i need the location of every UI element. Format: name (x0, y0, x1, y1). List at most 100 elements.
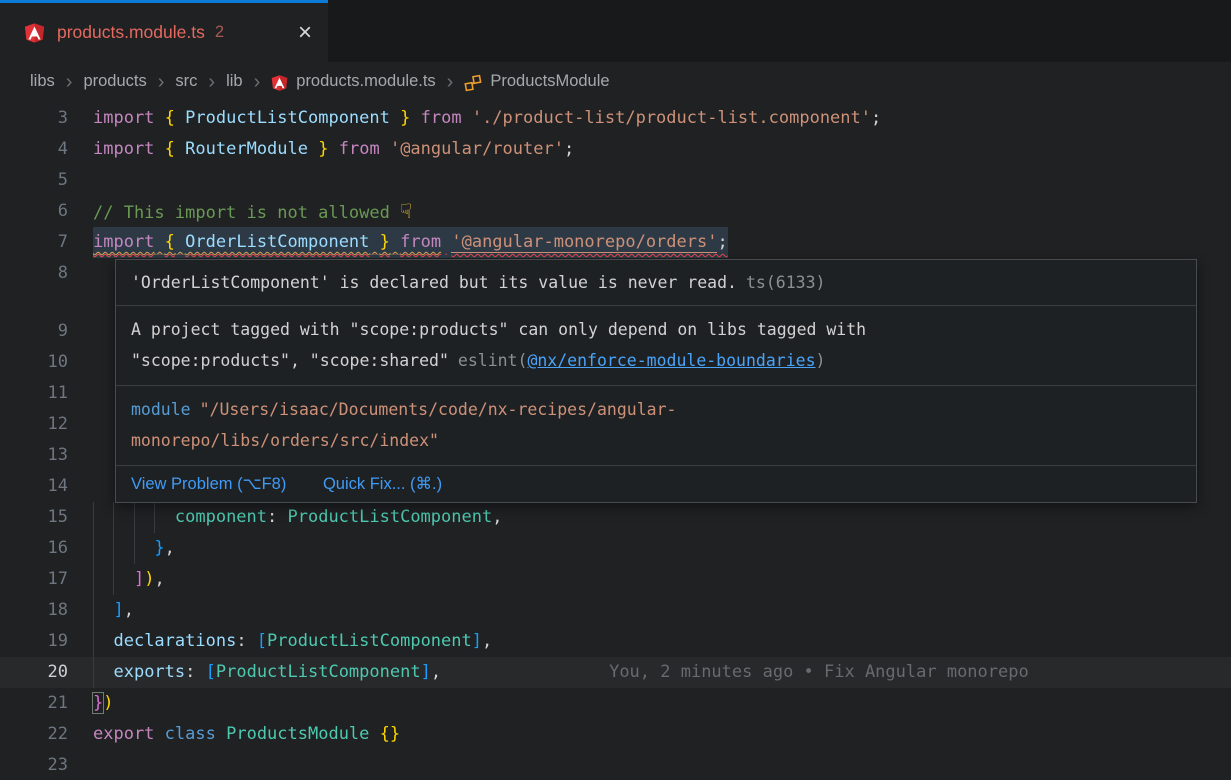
line-content: export class ProductsModule {} (93, 719, 400, 750)
code-token (93, 600, 113, 620)
line-number: 14 (0, 471, 68, 502)
line-content: exports: [ProductListComponent],You, 2 m… (93, 657, 1029, 688)
line-number: 17 (0, 564, 68, 595)
code-token (380, 139, 390, 159)
code-token: export (93, 724, 154, 744)
code-token: { (165, 139, 175, 159)
code-token: import (93, 108, 154, 128)
tab-products-module[interactable]: products.module.ts 2 × (0, 0, 328, 62)
code-line-20[interactable]: 20 exports: [ProductListComponent],You, … (0, 657, 1231, 688)
code-line-15[interactable]: 15 component: ProductListComponent, (0, 502, 1231, 533)
indent-guide (93, 533, 94, 564)
line-number: 19 (0, 626, 68, 657)
code-token (329, 139, 339, 159)
code-line-19[interactable]: 19 declarations: [ProductListComponent], (0, 626, 1231, 657)
indent-guide (93, 626, 94, 657)
chevron-right-icon: › (254, 72, 261, 92)
code-token (175, 139, 185, 159)
code-token (175, 232, 185, 252)
code-token: ] (134, 569, 144, 589)
class-icon (464, 74, 482, 92)
code-token: } (154, 538, 164, 558)
indent-guide (113, 533, 114, 564)
tab-title: products.module.ts (57, 22, 205, 43)
code-line-5[interactable]: 5 (0, 165, 1231, 196)
code-token: from (400, 232, 441, 252)
code-line-23[interactable]: 23 (0, 750, 1231, 780)
code-token: ) (103, 693, 113, 713)
breadcrumb-item-libs[interactable]: libs (30, 72, 55, 91)
code-token: '@angular-monorepo/orders' (451, 232, 717, 253)
line-content: declarations: [ProductListComponent], (93, 626, 492, 657)
chevron-right-icon: › (158, 72, 165, 92)
code-token: from (421, 108, 462, 128)
code-token: { (165, 108, 175, 128)
code-token: ; (871, 108, 881, 128)
code-token: ProductListComponent (216, 662, 421, 682)
code-line-16[interactable]: 16 }, (0, 533, 1231, 564)
line-number: 22 (0, 719, 68, 750)
code-token (216, 724, 226, 744)
code-token (308, 139, 318, 159)
line-number: 8 (0, 258, 68, 289)
line-content: // This import is not allowed ☟ (93, 196, 412, 227)
code-token: ] (421, 662, 431, 682)
code-token: , (124, 600, 134, 620)
indent-guide (134, 502, 135, 533)
breadcrumb-item-products[interactable]: products (83, 72, 146, 91)
line-content: import { RouterModule } from '@angular/r… (93, 134, 574, 165)
close-icon[interactable]: × (298, 21, 312, 45)
hover-message-eslint: A project tagged with "scope:products" c… (116, 306, 1196, 386)
code-token: exports (113, 662, 185, 682)
code-token: import (93, 139, 154, 159)
code-token: , (482, 631, 492, 651)
eslint-rule-link[interactable]: @nx/enforce-module-boundaries (527, 351, 815, 370)
code-line-21[interactable]: 21}) (0, 688, 1231, 719)
code-token: } (93, 693, 103, 713)
line-number: 20 (0, 657, 68, 688)
line-number: 16 (0, 533, 68, 564)
line-number: 13 (0, 440, 68, 471)
breadcrumb-item-symbol[interactable]: ProductsModule (490, 72, 609, 91)
code-line-4[interactable]: 4 import { RouterModule } from '@angular/… (0, 134, 1231, 165)
code-token: ] (113, 600, 123, 620)
chevron-right-icon: › (66, 72, 73, 92)
code-line-3[interactable]: 3import { ProductListComponent } from '.… (0, 103, 1231, 134)
code-token: : (267, 507, 287, 527)
code-token: {} (380, 724, 400, 744)
line-number: 4 (0, 134, 68, 165)
view-problem-link[interactable]: View Problem (⌥F8) (131, 475, 286, 493)
code-token: , (492, 507, 502, 527)
line-number: 12 (0, 409, 68, 440)
indent-guide (154, 502, 155, 533)
code-token: ; (717, 232, 727, 252)
code-line-17[interactable]: 17 ]), (0, 564, 1231, 595)
line-number: 5 (0, 165, 68, 196)
breadcrumb-item-lib[interactable]: lib (226, 72, 243, 91)
line-content: import { ProductListComponent } from './… (93, 103, 881, 134)
code-line-18[interactable]: 18 ], (0, 595, 1231, 626)
code-token: from (339, 139, 380, 159)
code-token (154, 724, 164, 744)
code-token: component (175, 507, 267, 527)
code-token (390, 232, 400, 252)
code-token: ProductListComponent (185, 108, 390, 128)
angular-file-icon (271, 74, 288, 92)
hover-module-info: module"/Users/isaac/Documents/code/nx-re… (116, 386, 1196, 466)
code-token: [ (206, 662, 216, 682)
code-token (93, 662, 113, 682)
indent-guide (93, 564, 94, 595)
code-line-6[interactable]: 6 // This import is not allowed ☟ (0, 196, 1231, 227)
code-token: import (93, 232, 154, 252)
hover-eslint-line1: A project tagged with "scope:products" c… (131, 314, 1181, 345)
breadcrumb-item-file[interactable]: products.module.ts (296, 72, 435, 91)
code-line-7[interactable]: 7import { OrderListComponent } from '@an… (0, 227, 1231, 258)
quick-fix-link[interactable]: Quick Fix... (⌘.) (323, 475, 442, 493)
line-number: 6 (0, 196, 68, 227)
code-token: } (380, 232, 390, 252)
code-token: : (236, 631, 256, 651)
code-token: , (165, 538, 175, 558)
breadcrumb-item-src[interactable]: src (175, 72, 197, 91)
line-number: 7 (0, 227, 68, 258)
code-line-22[interactable]: 22 export class ProductsModule {} (0, 719, 1231, 750)
